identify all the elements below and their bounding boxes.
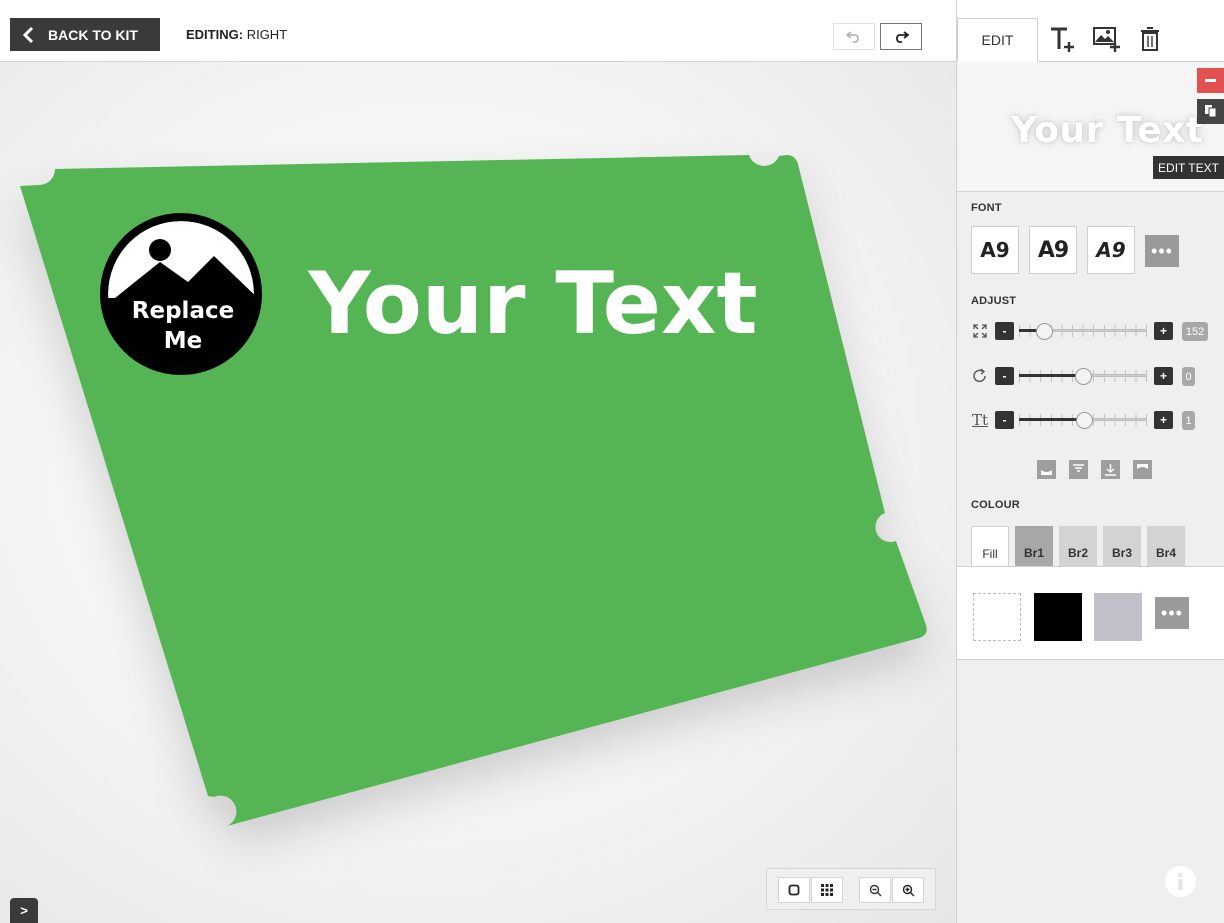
arc-up-icon[interactable] — [1133, 460, 1152, 479]
info-icon[interactable] — [1165, 866, 1196, 897]
canvas-main-text[interactable]: Your Text — [307, 254, 757, 354]
colour-swatches: ••• — [957, 566, 1224, 660]
undo-icon — [846, 30, 859, 43]
logo-text-line2: Me — [164, 328, 203, 354]
spacing-value: 1 — [1182, 411, 1195, 430]
size-slider[interactable] — [1019, 323, 1147, 340]
preview-text: Your Text — [1011, 110, 1204, 151]
spacing-slider[interactable] — [1019, 412, 1147, 429]
design-canvas[interactable]: Replace Me Your Text — [0, 62, 956, 923]
duplicate-element-button[interactable] — [1197, 99, 1224, 124]
font-option-2[interactable]: A9 — [1029, 226, 1077, 274]
rotate-decrease-button[interactable]: - — [995, 367, 1014, 385]
swatch-black[interactable] — [1034, 593, 1082, 641]
size-slider-handle[interactable] — [1035, 323, 1053, 340]
logo-sun-icon — [149, 239, 171, 261]
back-label: BACK TO KIT — [48, 26, 138, 43]
zoom-out-icon — [869, 884, 881, 896]
redo-icon — [896, 30, 909, 43]
undo-button[interactable] — [833, 23, 875, 50]
size-increase-button[interactable]: + — [1154, 322, 1173, 340]
text-preview[interactable]: Your Text EDIT TEXT — [957, 62, 1224, 192]
add-text-icon[interactable] — [1048, 24, 1078, 54]
editing-prefix: EDITING: — [186, 27, 244, 42]
grid-icon — [821, 884, 833, 896]
logo-text-line1: Replace — [132, 298, 234, 324]
colour-tab-br4[interactable]: Br4 — [1147, 526, 1185, 566]
size-decrease-button[interactable]: - — [995, 322, 1014, 340]
canvas-stage: Replace Me Your Text — [20, 155, 927, 826]
properties-panel: EDIT Your Text EDIT TEXT FONT A9 A9 A9 •… — [956, 0, 1224, 923]
font-option-3[interactable]: A9 — [1087, 226, 1135, 274]
zoom-in-icon — [902, 884, 914, 896]
rotate-icon — [971, 367, 989, 385]
size-value: 152 — [1182, 322, 1208, 341]
font-option-1[interactable]: A9 — [971, 226, 1019, 274]
chevron-left-icon — [22, 26, 34, 44]
edit-text-button[interactable]: EDIT TEXT — [1153, 156, 1224, 179]
swatch-white[interactable] — [973, 593, 1021, 641]
spacing-slider-handle[interactable] — [1075, 412, 1093, 429]
size-adjust-row: - + 152 — [957, 316, 1224, 346]
rotate-increase-button[interactable]: + — [1154, 367, 1173, 385]
colour-tab-br3[interactable]: Br3 — [1103, 526, 1141, 566]
minus-icon — [1205, 79, 1216, 82]
rotate-slider-handle[interactable] — [1074, 368, 1092, 385]
view-toolbar — [766, 868, 936, 910]
top-bar: BACK TO KIT EDITING: RIGHT — [0, 0, 956, 62]
trash-icon[interactable] — [1135, 24, 1165, 54]
colour-tab-br1[interactable]: Br1 — [1015, 526, 1053, 566]
zoom-out-button[interactable] — [859, 877, 891, 903]
single-view-button[interactable] — [778, 877, 810, 903]
spacing-increase-button[interactable]: + — [1154, 411, 1173, 429]
zoom-in-button[interactable] — [892, 877, 924, 903]
panel-tab-bar: EDIT — [957, 0, 1224, 62]
grid-view-button[interactable] — [811, 877, 843, 903]
rotate-adjust-row: - + 0 — [957, 361, 1224, 391]
editing-indicator: EDITING: RIGHT — [186, 27, 287, 42]
swatch-grey[interactable] — [1094, 593, 1142, 641]
spacing-decrease-button[interactable]: - — [995, 411, 1014, 429]
back-to-kit-button[interactable]: BACK TO KIT — [10, 18, 160, 51]
expand-drawer-button[interactable]: > — [10, 898, 38, 923]
spacing-adjust-row: Tt - + 1 — [957, 405, 1224, 435]
font-section-label: FONT — [971, 202, 1002, 214]
rotate-value: 0 — [1182, 367, 1195, 386]
tab-edit[interactable]: EDIT — [957, 18, 1038, 62]
more-fonts-button[interactable]: ••• — [1145, 235, 1179, 267]
square-icon — [788, 884, 800, 896]
letter-spacing-icon: Tt — [971, 411, 989, 429]
arc-text-icon[interactable] — [1069, 460, 1088, 479]
colour-section-label: COLOUR — [971, 499, 1020, 511]
baseline-icon[interactable] — [1101, 460, 1120, 479]
more-colours-button[interactable]: ••• — [1155, 597, 1189, 629]
adjust-section-label: ADJUST — [971, 295, 1017, 307]
editing-value: RIGHT — [246, 27, 288, 42]
colour-tab-br2[interactable]: Br2 — [1059, 526, 1097, 566]
rotate-slider[interactable] — [1019, 368, 1147, 385]
add-image-icon[interactable] — [1092, 24, 1122, 54]
arc-down-icon[interactable] — [1037, 460, 1056, 479]
delete-element-button[interactable] — [1197, 68, 1224, 93]
resize-icon — [971, 322, 989, 340]
colour-tab-fill[interactable]: Fill — [971, 526, 1009, 567]
redo-button[interactable] — [880, 23, 922, 50]
duplicate-icon — [1204, 105, 1216, 118]
